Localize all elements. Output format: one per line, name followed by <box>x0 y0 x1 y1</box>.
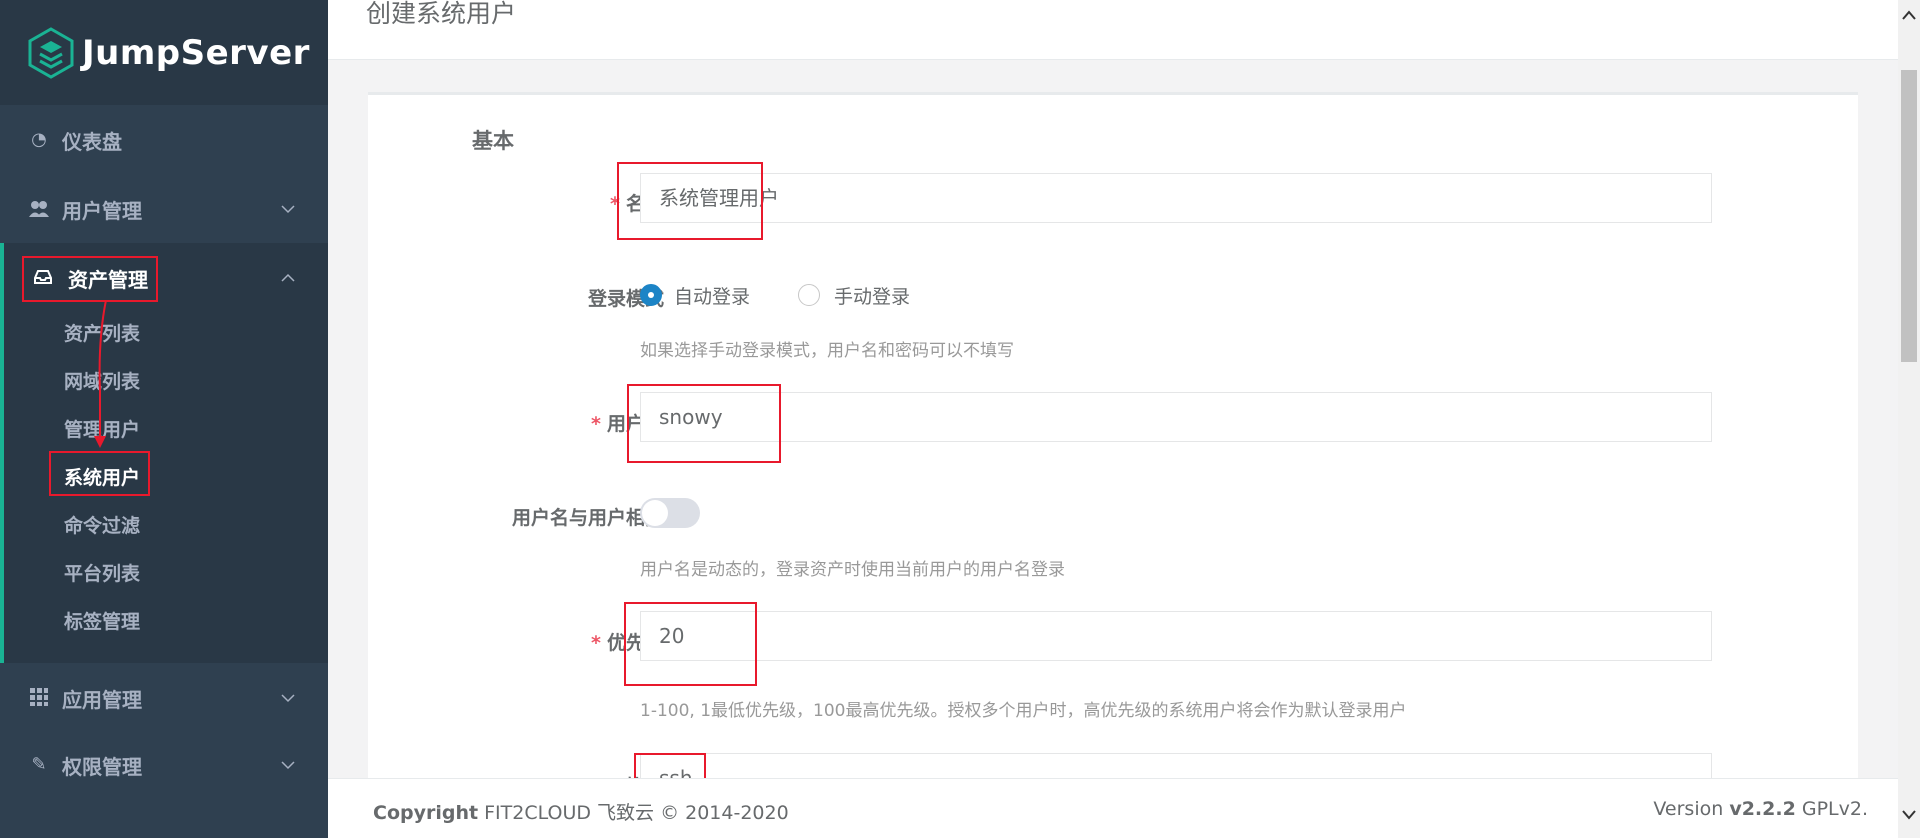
page-scrollbar[interactable] <box>1898 0 1920 838</box>
login-mode-manual-radio[interactable] <box>798 284 820 306</box>
active-indicator <box>0 243 4 663</box>
login-mode-auto-radio[interactable] <box>640 284 662 306</box>
chevron-down-icon <box>281 761 295 770</box>
sidebar-item-label: 资产管理 <box>68 267 148 292</box>
username-same-toggle[interactable] <box>640 498 700 528</box>
edit-icon: ✎ <box>31 754 47 775</box>
sidebar-subitem-label-management[interactable]: 标签管理 <box>64 607 140 634</box>
sidebar-item-users[interactable]: 用户管理 <box>0 174 328 244</box>
login-mode-manual-label[interactable]: 手动登录 <box>834 282 910 309</box>
sidebar-subitem-platform-list[interactable]: 平台列表 <box>64 559 140 586</box>
login-mode-auto-label[interactable]: 自动登录 <box>674 282 750 309</box>
sidebar-item-dashboard[interactable]: ◔ 仪表盘 <box>0 105 328 175</box>
sidebar-subitem-system-user[interactable]: 系统用户 <box>64 463 140 490</box>
chevron-down-icon <box>281 694 295 703</box>
form-card: 基本 *名称 系统管理用户 登录模式 自动登录 手动登录 如果选择手动登录模式，… <box>368 92 1858 798</box>
sidebar-item-permissions[interactable]: ✎ 权限管理 <box>0 730 328 800</box>
sidebar: JumpServer ◔ 仪表盘 用户管理 资产管理 资产列表 网域列表 管理用… <box>0 0 328 838</box>
section-title: 基本 <box>472 129 514 153</box>
dashboard-icon: ◔ <box>31 129 47 150</box>
brand-logo[interactable]: JumpServer <box>0 0 328 105</box>
sidebar-item-applications[interactable]: 应用管理 <box>0 663 328 733</box>
chevron-down-icon <box>281 205 295 214</box>
scrollbar-thumb[interactable] <box>1901 70 1917 362</box>
sidebar-item-label: 权限管理 <box>62 754 142 779</box>
priority-help: 1-100, 1最低优先级，100最高优先级。授权多个用户时，高优先级的系统用户… <box>640 701 1407 721</box>
priority-input[interactable]: 20 <box>640 611 1712 661</box>
users-icon <box>28 198 50 220</box>
username-input[interactable]: snowy <box>640 392 1712 442</box>
name-input[interactable]: 系统管理用户 <box>640 173 1712 223</box>
username-same-help: 用户名是动态的，登录资产时使用当前用户的用户名登录 <box>640 560 1065 580</box>
inbox-icon <box>32 267 54 289</box>
copyright-text: Copyright FIT2CLOUD 飞致云 © 2014-2020 <box>373 802 789 824</box>
grid-icon <box>28 687 50 709</box>
page-title: 创建系统用户 <box>366 0 517 28</box>
sidebar-subitem-command-filter[interactable]: 命令过滤 <box>64 511 140 538</box>
version-text: Version v2.2.2 GPLv2. <box>1653 798 1868 820</box>
sidebar-item-assets[interactable]: 资产管理 <box>0 243 328 313</box>
sidebar-item-label: 应用管理 <box>62 687 142 712</box>
login-mode-help: 如果选择手动登录模式，用户名和密码可以不填写 <box>640 341 1014 361</box>
scroll-down-icon[interactable] <box>1901 806 1917 822</box>
scroll-up-icon[interactable] <box>1901 8 1917 24</box>
annotation-arrow-icon <box>94 300 107 448</box>
brand-name: JumpServer <box>82 32 310 73</box>
footer: Copyright FIT2CLOUD 飞致云 © 2014-2020 Vers… <box>328 778 1898 838</box>
sidebar-item-label: 用户管理 <box>62 198 142 223</box>
jumpserver-logo-icon <box>28 26 74 79</box>
sidebar-item-label: 仪表盘 <box>62 129 122 154</box>
page-header: 创建系统用户 <box>328 0 1898 60</box>
chevron-up-icon <box>281 273 295 282</box>
